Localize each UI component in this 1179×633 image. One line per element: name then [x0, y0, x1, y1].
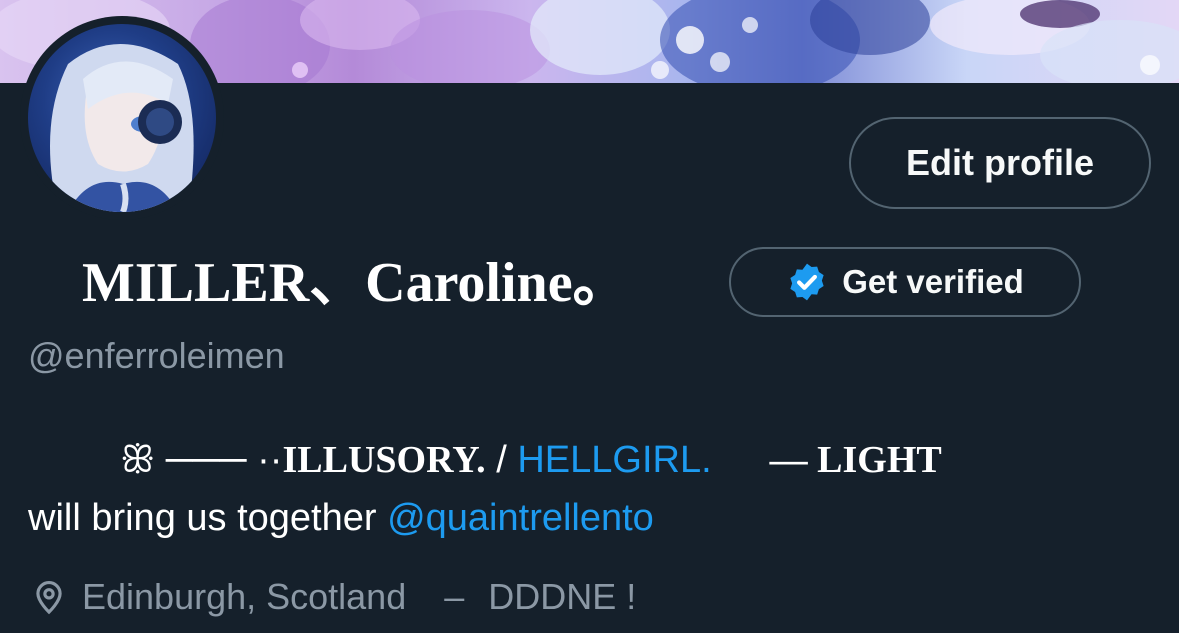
- get-verified-button[interactable]: Get verified: [729, 247, 1081, 317]
- get-verified-label: Get verified: [842, 263, 1024, 300]
- verified-badge-icon: [790, 263, 824, 301]
- avatar[interactable]: [28, 24, 216, 212]
- bio-line-2: will bring us together @quaintrellento: [28, 494, 654, 542]
- bio-illusory: ILLUSORY.: [282, 439, 486, 481]
- location-separator: –: [444, 576, 465, 617]
- display-name: MILLER、Caroline。: [82, 252, 629, 314]
- bio-mention-link[interactable]: @quaintrellento: [387, 497, 654, 539]
- bio-line-1: ꕥ ─── ·· ILLUSORY. / HELLGIRL. — LIGHT: [120, 436, 942, 484]
- location-text: Edinburgh, Scotland: [82, 576, 407, 617]
- bio-ornament: ꕥ ─── ··: [120, 439, 283, 481]
- location-pin-icon: [36, 581, 62, 615]
- bio-hashtag-hellgirl[interactable]: HELLGIRL.: [517, 436, 711, 484]
- user-handle: @enferroleimen: [28, 335, 285, 376]
- edit-profile-button[interactable]: Edit profile: [849, 117, 1151, 209]
- bio-light: — LIGHT: [769, 439, 942, 481]
- location-extra: DDDNE !: [488, 576, 637, 617]
- bio-slash: /: [485, 439, 518, 481]
- location-row: Edinburgh, Scotland – DDDNE !: [30, 574, 636, 620]
- avatar-artwork: [50, 44, 194, 212]
- bio-text: will bring us together: [28, 497, 388, 539]
